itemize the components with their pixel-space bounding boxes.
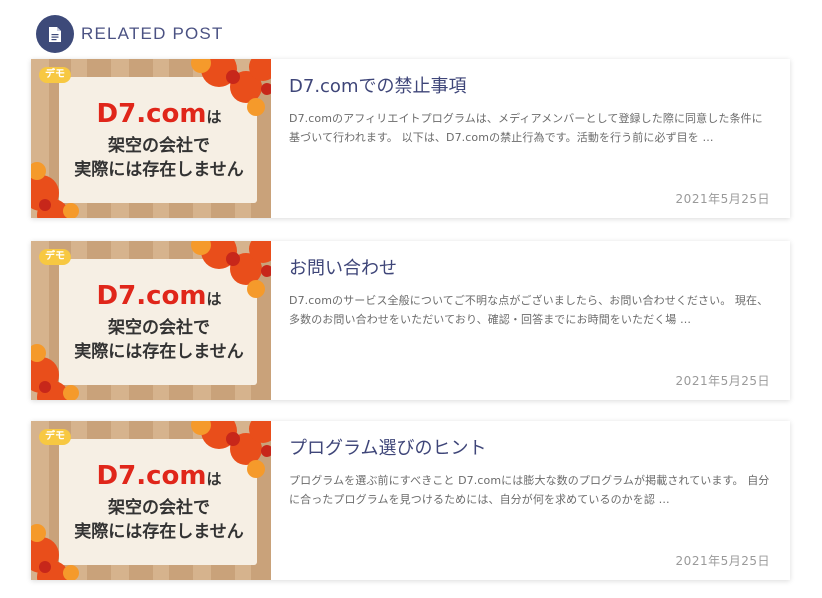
thumb-line-2: 架空の会社で <box>108 497 210 518</box>
post-excerpt: D7.comのサービス全般についてご不明な点がございましたら、お問い合わせくださ… <box>289 294 769 326</box>
thumb-line-1-suffix: は <box>206 107 222 126</box>
post-body: お問い合わせ D7.comのサービス全般についてご不明な点がございましたら、お問… <box>271 241 790 400</box>
thumbnail-text: D7.comは 架空の会社で 実際には存在しません <box>65 443 253 561</box>
thumb-line-3: 実際には存在しません <box>74 341 244 362</box>
thumbnail-text: D7.comは 架空の会社で 実際には存在しません <box>65 81 253 199</box>
thumb-line-2: 架空の会社で <box>108 317 210 338</box>
post-thumbnail[interactable]: デモ D7.comは 架空の会社で 実際には存在しません <box>31 241 271 400</box>
thumb-line-1: D7.com <box>96 460 207 491</box>
thumb-line-3: 実際には存在しません <box>74 159 244 180</box>
post-date: 2021年5月25日 <box>675 192 770 206</box>
related-post-heading: RELATED POST <box>36 15 224 53</box>
related-post-card[interactable]: デモ D7.comは 架空の会社で 実際には存在しません お問い合わせ D7.c… <box>31 241 790 400</box>
post-body: プログラム選びのヒント プログラムを選ぶ前にすべきこと D7.comには膨大な数… <box>271 421 790 580</box>
post-body: D7.comでの禁止事項 D7.comのアフィリエイトプログラムは、メディアメン… <box>271 59 790 218</box>
document-icon <box>36 15 74 53</box>
post-title[interactable]: プログラム選びのヒント <box>289 437 772 461</box>
thumb-line-1: D7.com <box>96 98 207 129</box>
thumb-line-1-suffix: は <box>206 289 222 308</box>
post-thumbnail[interactable]: デモ D7.comは 架空の会社で 実際には存在しません <box>31 421 271 580</box>
thumb-line-1: D7.com <box>96 280 207 311</box>
related-post-card[interactable]: デモ D7.comは 架空の会社で 実際には存在しません プログラム選びのヒント… <box>31 421 790 580</box>
related-post-card[interactable]: デモ D7.comは 架空の会社で 実際には存在しません D7.comでの禁止事… <box>31 59 790 218</box>
thumbnail-text: D7.comは 架空の会社で 実際には存在しません <box>65 263 253 381</box>
post-title[interactable]: お問い合わせ <box>289 257 772 281</box>
section-title: RELATED POST <box>81 24 224 43</box>
post-date: 2021年5月25日 <box>675 554 770 568</box>
post-thumbnail[interactable]: デモ D7.comは 架空の会社で 実際には存在しません <box>31 59 271 218</box>
post-date: 2021年5月25日 <box>675 374 770 388</box>
post-excerpt: D7.comのアフィリエイトプログラムは、メディアメンバーとして登録した際に同意… <box>289 112 763 144</box>
thumb-line-3: 実際には存在しません <box>74 521 244 542</box>
thumb-line-2: 架空の会社で <box>108 135 210 156</box>
thumb-line-1-suffix: は <box>206 469 222 488</box>
post-title[interactable]: D7.comでの禁止事項 <box>289 75 772 99</box>
post-excerpt: プログラムを選ぶ前にすべきこと D7.comには膨大な数のプログラムが掲載されて… <box>289 474 770 506</box>
